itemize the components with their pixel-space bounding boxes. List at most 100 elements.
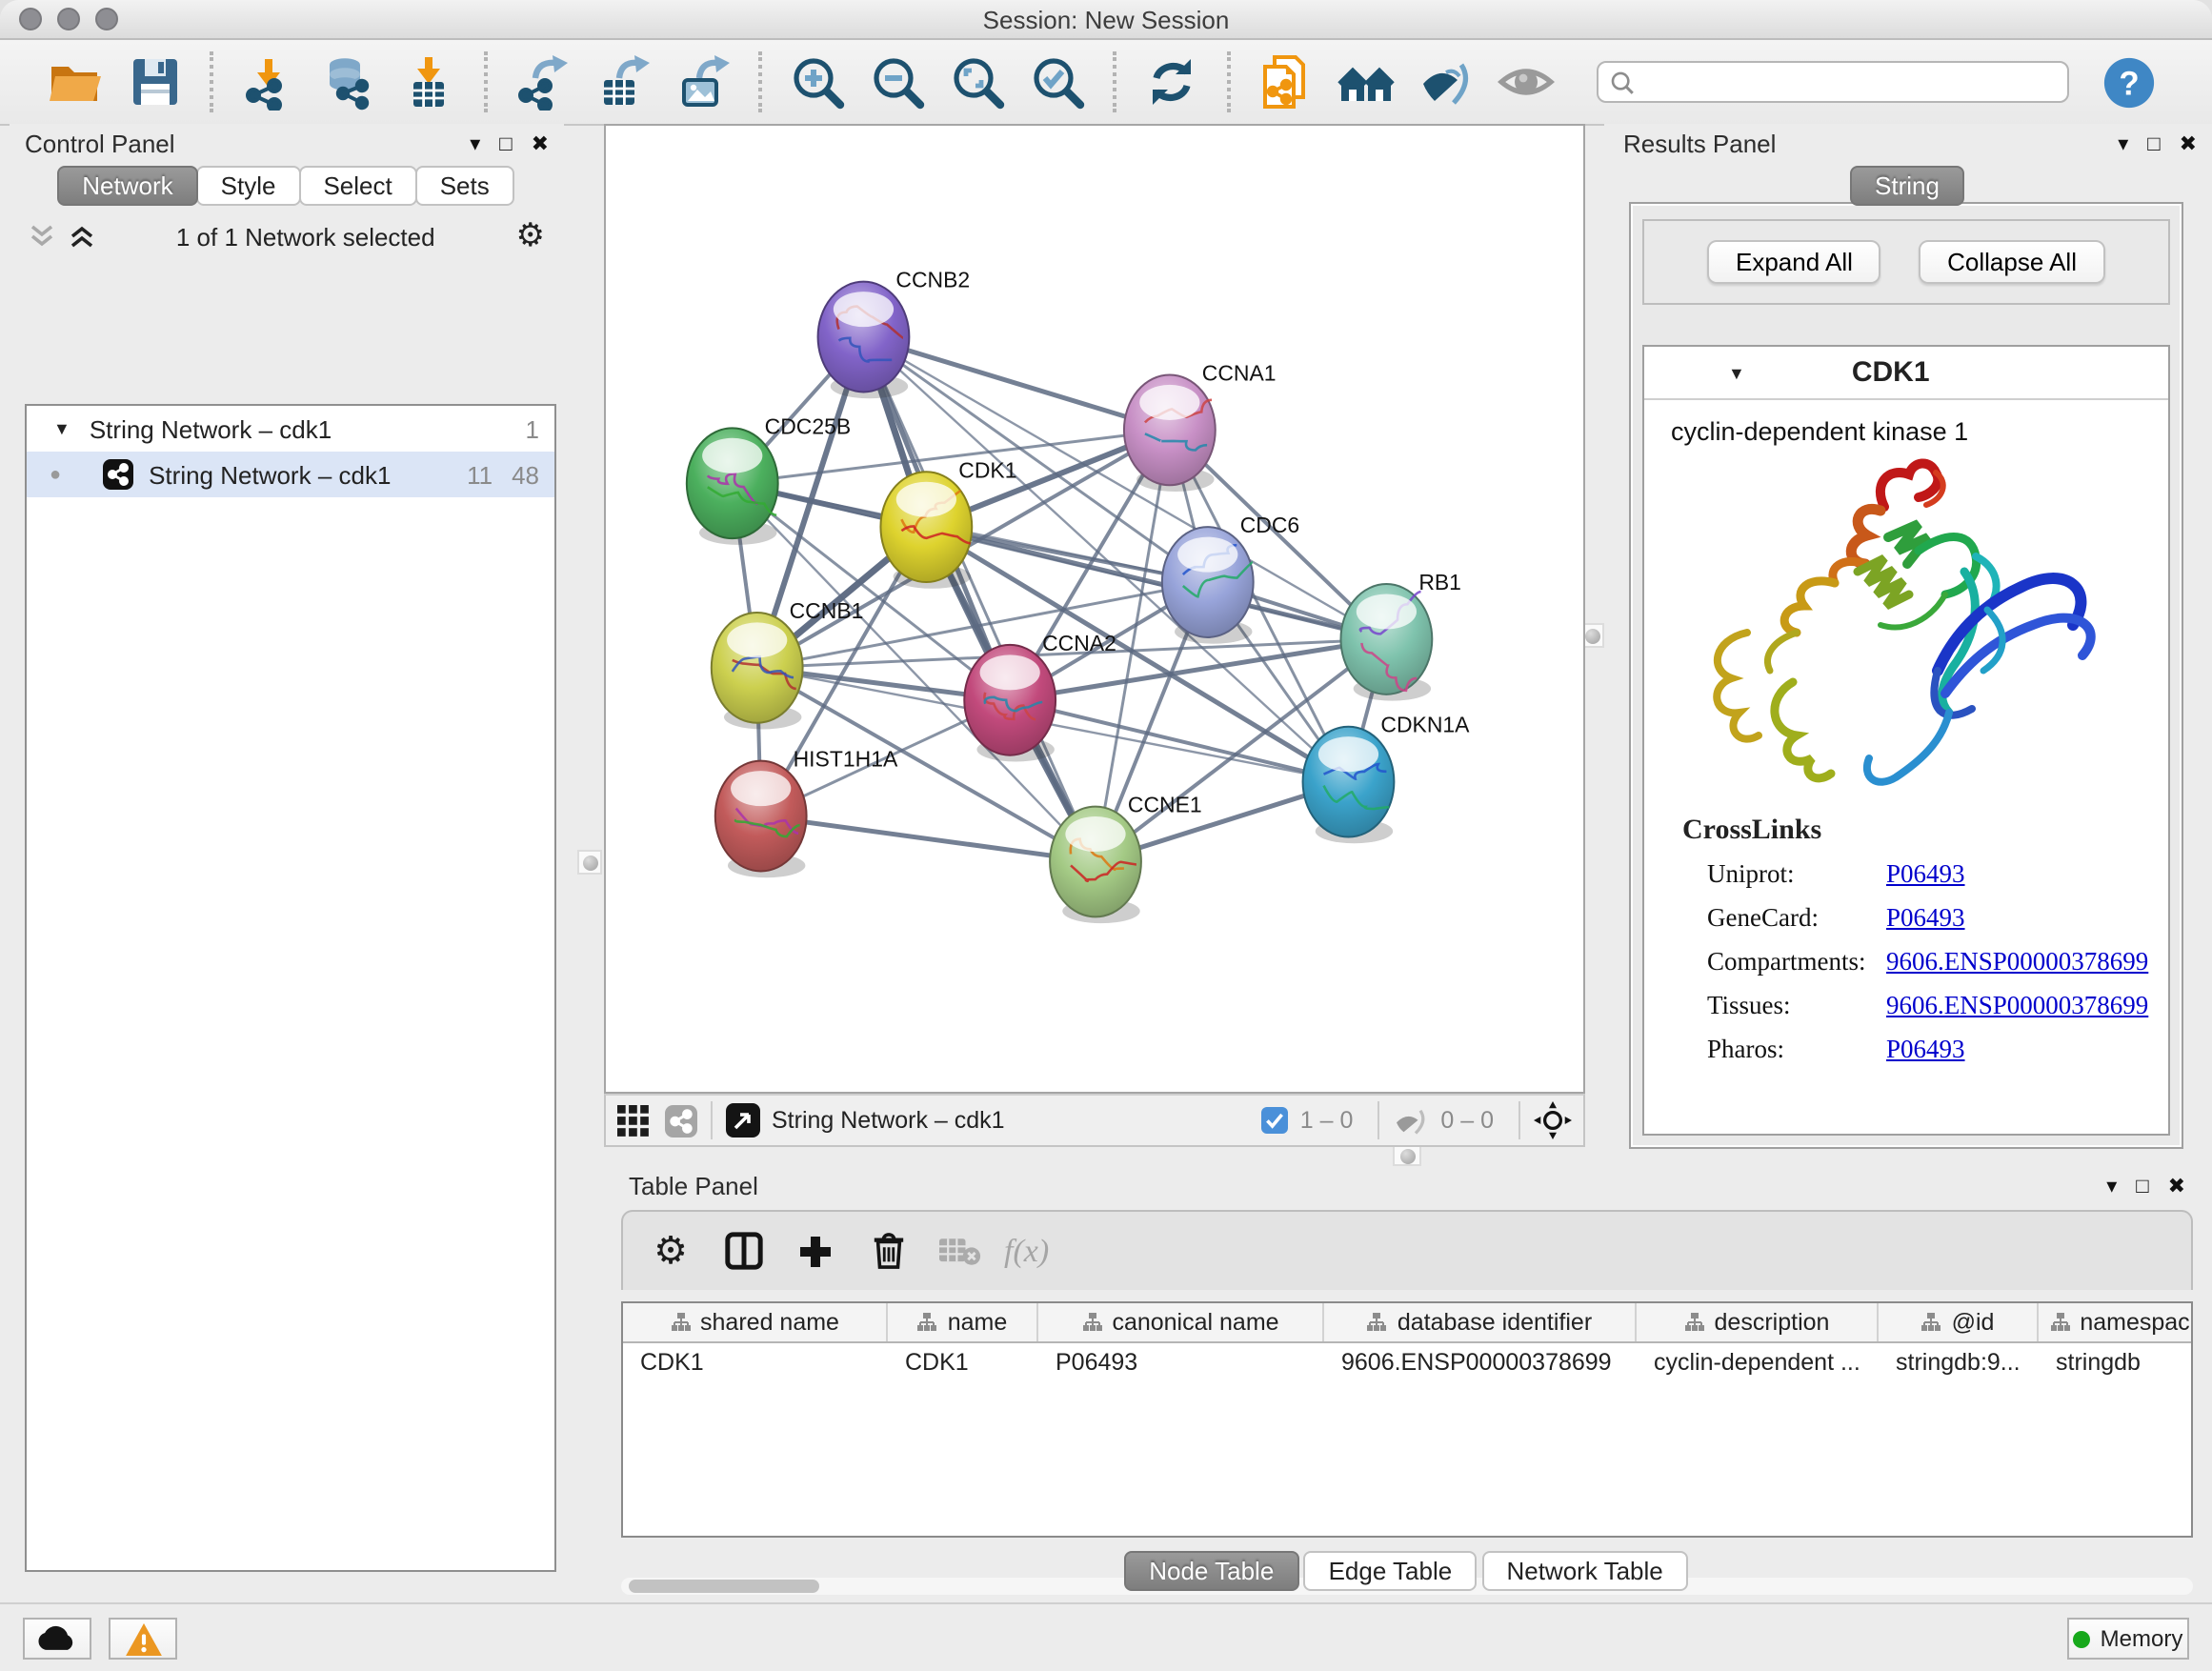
table-cell[interactable]: CDK1 [888, 1343, 1038, 1385]
hide-unhide-button[interactable] [1414, 50, 1478, 114]
expand-all-icon[interactable] [69, 223, 95, 250]
column-header-description[interactable]: description [1637, 1303, 1879, 1341]
tab-select[interactable]: Select [298, 166, 416, 206]
panel-close-icon[interactable]: ✖ [2180, 131, 2197, 156]
add-column-button[interactable] [787, 1232, 844, 1270]
table-cell[interactable]: stringdb:9... [1879, 1343, 2039, 1385]
pan-crosshair-icon[interactable] [1534, 1101, 1572, 1139]
network-node-ccna1[interactable]: CCNA1 [1124, 360, 1277, 492]
panel-collapse-icon[interactable]: ▾ [2118, 131, 2128, 156]
crosslink-link[interactable]: 9606.ENSP00000378699 [1886, 946, 2148, 976]
network-edge-ccna2-cdkn1a[interactable] [1010, 700, 1348, 782]
share-view-icon[interactable] [665, 1104, 697, 1137]
gene-card-header[interactable]: ▼ CDK1 [1644, 347, 2168, 400]
home-networks-button[interactable] [1334, 50, 1398, 114]
zoom-selected-button[interactable] [1025, 50, 1090, 114]
open-in-window-icon[interactable] [726, 1103, 760, 1137]
panel-collapse-icon[interactable]: ▾ [470, 131, 480, 156]
tree-expanded-icon[interactable]: ▼ [1728, 363, 1745, 382]
selected-checkbox-icon[interactable] [1262, 1107, 1289, 1134]
toolbar-search[interactable] [1597, 61, 2069, 103]
help-button[interactable]: ? [2096, 50, 2161, 114]
column-header-namespac[interactable]: namespac [2039, 1303, 2193, 1341]
network-node-ccnb2[interactable]: CCNB2 [818, 268, 971, 399]
panel-float-icon[interactable]: □ [2147, 132, 2160, 155]
panel-float-icon[interactable]: □ [499, 132, 512, 155]
tree-expanded-icon[interactable]: ▼ [53, 419, 70, 438]
table-cell[interactable]: stringdb [2039, 1343, 2193, 1385]
column-header-shared-name[interactable]: shared name [623, 1303, 888, 1341]
crosslink-link[interactable]: P06493 [1886, 902, 1965, 933]
network-node-cdc25b[interactable]: CDC25B [687, 413, 851, 545]
search-input[interactable] [1635, 69, 2056, 95]
save-session-button[interactable] [122, 50, 187, 114]
network-edge-ccnb2-ccne1[interactable] [863, 337, 1096, 862]
gear-icon[interactable]: ⚙ [516, 217, 546, 255]
panel-float-icon[interactable]: □ [2136, 1175, 2148, 1198]
network-node-cdkn1a[interactable]: CDKN1A [1303, 713, 1471, 844]
splitter-handle[interactable] [577, 850, 602, 875]
table-settings-button[interactable]: ⚙ [642, 1227, 699, 1275]
table-cell[interactable]: CDK1 [623, 1343, 888, 1385]
export-network-button[interactable] [511, 50, 575, 114]
memory-button[interactable]: Memory [2067, 1618, 2189, 1660]
crosslink-link[interactable]: 9606.ENSP00000378699 [1886, 990, 2148, 1020]
crosslink-link[interactable]: P06493 [1886, 1034, 1965, 1064]
zoom-in-button[interactable] [785, 50, 850, 114]
table-row[interactable]: CDK1CDK1P064939606.ENSP00000378699cyclin… [623, 1343, 2191, 1385]
panel-close-icon[interactable]: ✖ [532, 131, 549, 156]
open-session-button[interactable] [42, 50, 107, 114]
table-cell[interactable]: cyclin-dependent ... [1637, 1343, 1879, 1385]
network-canvas[interactable]: CCNB2CCNA1CDC25BCDK1CDC6RB1CCNB1CCNA2HIS… [604, 124, 1585, 1094]
network-node-rb1[interactable]: RB1 [1340, 570, 1460, 701]
refresh-button[interactable] [1139, 50, 1204, 114]
tab-string[interactable]: String [1850, 166, 1964, 206]
expand-all-button[interactable]: Expand All [1707, 240, 1881, 284]
column-header-database-identifier[interactable]: database identifier [1324, 1303, 1637, 1341]
crosslink-row: Tissues:9606.ENSP00000378699 [1644, 983, 2168, 1027]
tab-node-table[interactable]: Node Table [1124, 1551, 1298, 1591]
import-network-database-button[interactable] [316, 50, 381, 114]
export-table-button[interactable] [591, 50, 655, 114]
column-header--id[interactable]: @id [1879, 1303, 2039, 1341]
zoom-out-button[interactable] [865, 50, 930, 114]
network-edge-hist1h1a-ccne1[interactable] [761, 816, 1096, 862]
tab-network[interactable]: Network [57, 166, 197, 206]
node-label-ccnb1: CCNB1 [790, 598, 864, 623]
import-network-file-button[interactable] [236, 50, 301, 114]
tab-network-table[interactable]: Network Table [1481, 1551, 1687, 1591]
tab-edge-table[interactable]: Edge Table [1304, 1551, 1478, 1591]
table-cell[interactable]: 9606.ENSP00000378699 [1324, 1343, 1637, 1385]
collapse-all-button[interactable]: Collapse All [1919, 240, 2105, 284]
window-title: Session: New Session [0, 5, 2212, 33]
splitter-handle[interactable] [1393, 1145, 1421, 1166]
delete-column-button[interactable] [859, 1231, 916, 1271]
export-network-icon [514, 53, 572, 111]
show-graphics-button[interactable] [1494, 50, 1558, 114]
string-import-button[interactable] [1254, 50, 1318, 114]
collapse-all-icon[interactable] [29, 223, 55, 250]
table-cell[interactable]: P06493 [1038, 1343, 1324, 1385]
crosslink-row: GeneCard:P06493 [1644, 896, 2168, 939]
grid-view-icon[interactable] [617, 1104, 650, 1137]
column-header-name[interactable]: name [888, 1303, 1038, 1341]
cloud-status-button[interactable] [23, 1618, 91, 1660]
zoom-fit-button[interactable] [945, 50, 1010, 114]
network-collection-row[interactable]: ▼ String Network – cdk1 1 [27, 406, 554, 452]
panel-close-icon[interactable]: ✖ [2168, 1174, 2185, 1198]
network-row[interactable]: ● String Network – cdk1 11 48 [27, 452, 554, 497]
column-header-canonical-name[interactable]: canonical name [1038, 1303, 1324, 1341]
network-list: ▼ String Network – cdk1 1 ● String Netwo… [25, 404, 556, 1572]
network-node-hist1h1a[interactable]: HIST1H1A [715, 747, 898, 878]
tab-sets[interactable]: Sets [415, 166, 514, 206]
network-edge-count: 48 [512, 460, 539, 489]
network-edge-ccnb2-ccna1[interactable] [863, 337, 1169, 431]
crosslink-row: Uniprot:P06493 [1644, 852, 2168, 896]
panel-collapse-icon[interactable]: ▾ [2106, 1174, 2117, 1198]
export-image-button[interactable] [671, 50, 735, 114]
tab-style[interactable]: Style [196, 166, 301, 206]
show-columns-button[interactable] [714, 1231, 772, 1271]
import-table-button[interactable] [396, 50, 461, 114]
crosslink-link[interactable]: P06493 [1886, 858, 1965, 889]
warnings-button[interactable] [109, 1618, 177, 1660]
